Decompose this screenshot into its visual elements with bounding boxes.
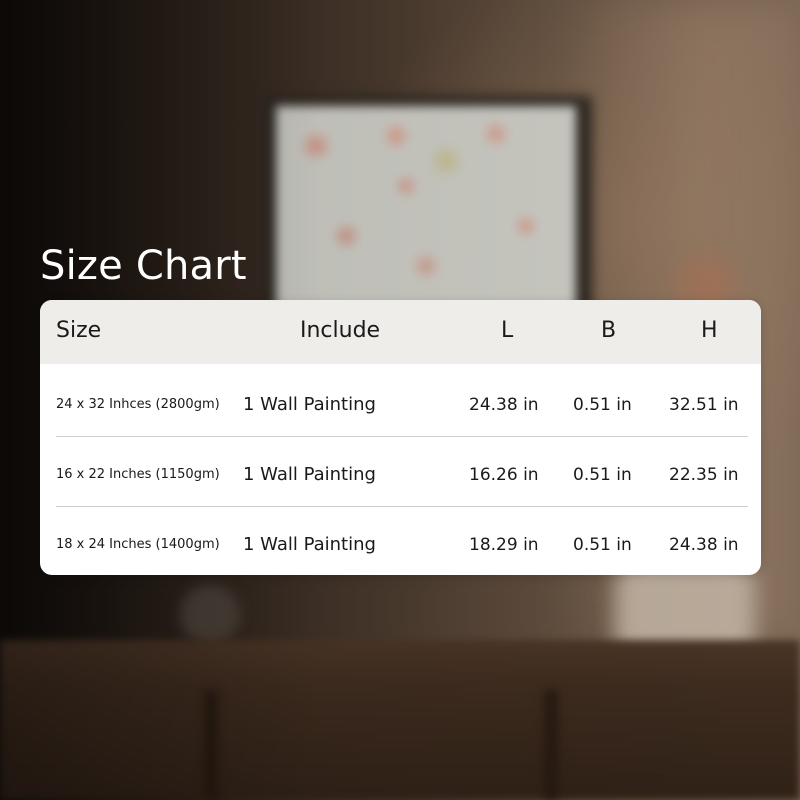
table-row: 24 x 32 Inhces (2800gm) 1 Wall Painting … xyxy=(40,370,761,440)
header-size: Size xyxy=(56,318,102,343)
cell-length: 16.26 in xyxy=(469,465,539,485)
table-header: Size Include L B H xyxy=(40,300,761,364)
cell-breadth: 0.51 in xyxy=(573,395,632,415)
cell-size: 16 x 22 Inches (1150gm) xyxy=(56,467,220,482)
cell-include: 1 Wall Painting xyxy=(243,534,376,555)
cell-breadth: 0.51 in xyxy=(573,465,632,485)
header-length: L xyxy=(501,318,514,343)
cell-size: 24 x 32 Inhces (2800gm) xyxy=(56,397,220,412)
row-divider xyxy=(56,506,748,507)
cell-include: 1 Wall Painting xyxy=(243,464,376,485)
table-row: 16 x 22 Inches (1150gm) 1 Wall Painting … xyxy=(40,440,761,510)
cell-height: 24.38 in xyxy=(669,535,739,555)
cell-height: 32.51 in xyxy=(669,395,739,415)
table-row: 18 x 24 Inches (1400gm) 1 Wall Painting … xyxy=(40,510,761,575)
cell-length: 18.29 in xyxy=(469,535,539,555)
cell-breadth: 0.51 in xyxy=(573,535,632,555)
row-divider xyxy=(56,436,748,437)
header-include: Include xyxy=(300,318,381,343)
cell-height: 22.35 in xyxy=(669,465,739,485)
cell-length: 24.38 in xyxy=(469,395,539,415)
page-title: Size Chart xyxy=(40,243,247,289)
cell-size: 18 x 24 Inches (1400gm) xyxy=(56,537,220,552)
header-height: H xyxy=(701,318,718,343)
header-breadth: B xyxy=(601,318,617,343)
cell-include: 1 Wall Painting xyxy=(243,394,376,415)
size-chart-table: Size Include L B H 24 x 32 Inhces (2800g… xyxy=(40,300,761,575)
